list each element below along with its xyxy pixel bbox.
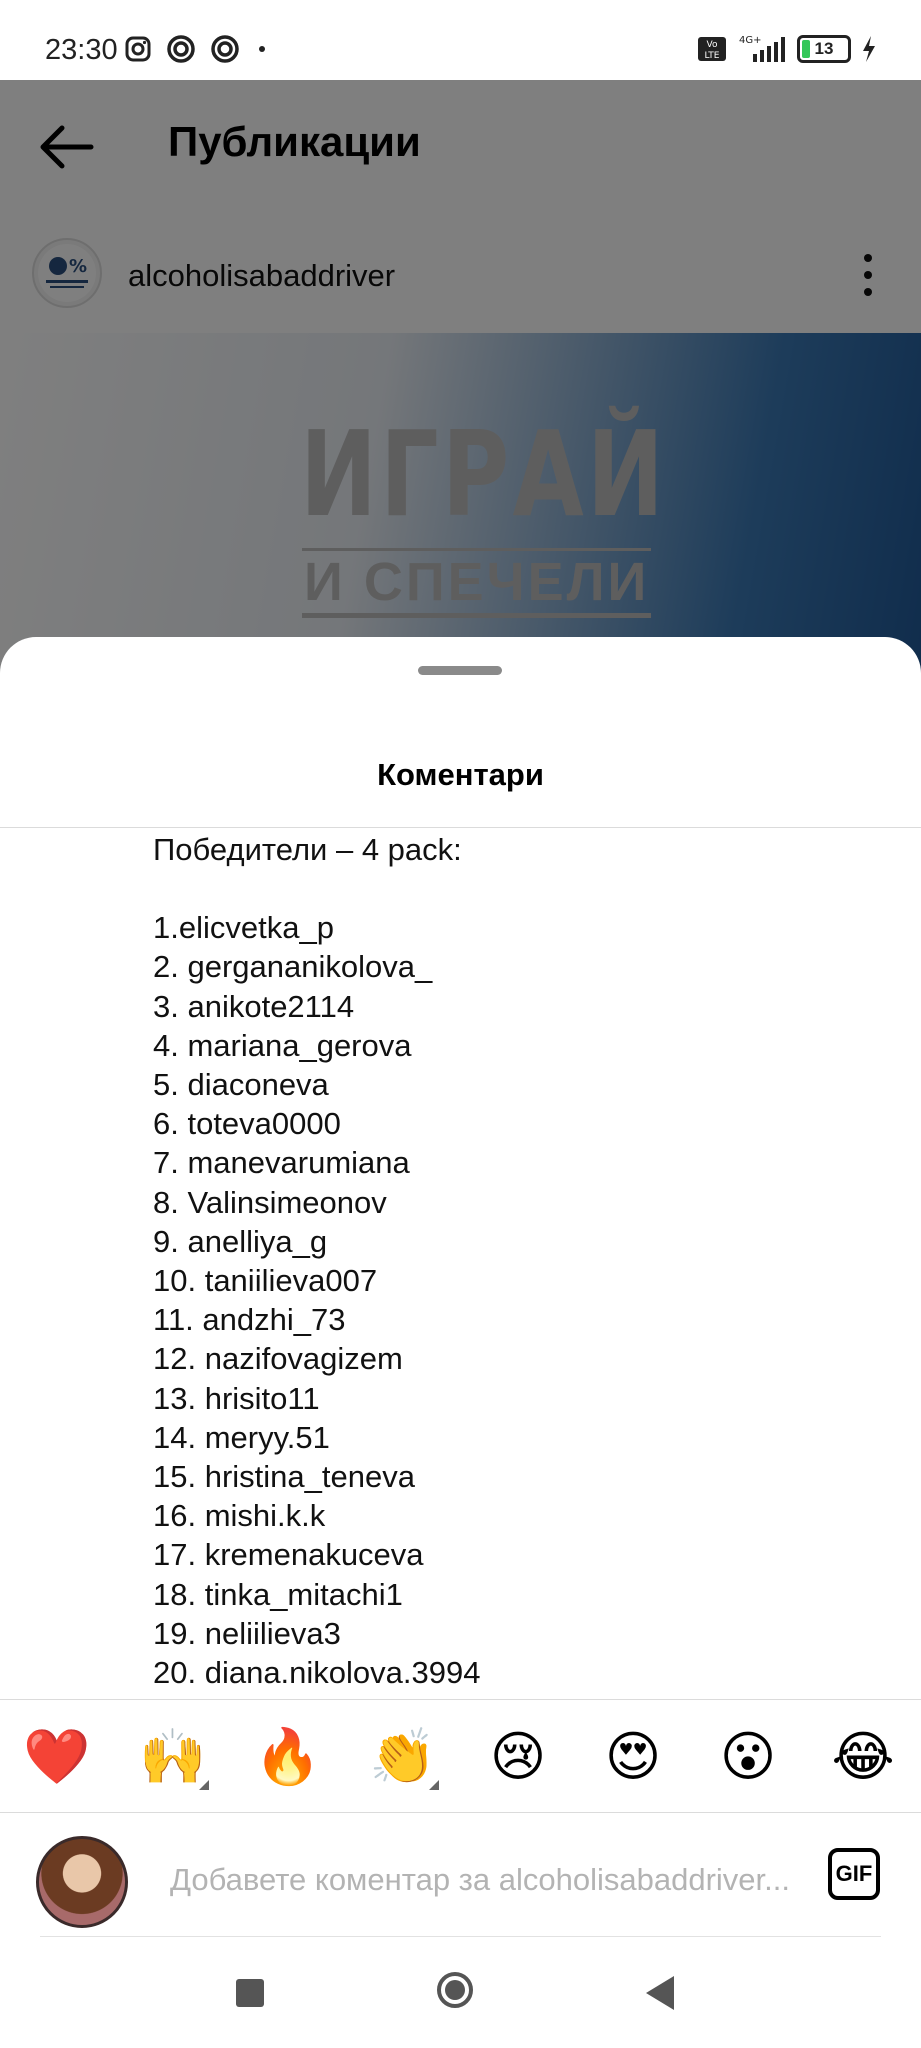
signal-icon: 4G+ xyxy=(739,35,785,62)
quick-reactions-bar: ❤️ 🙌 🔥 👏 😢 😍 😮 😂 xyxy=(0,1700,921,1812)
reaction-crying[interactable]: 😢 xyxy=(478,1722,558,1792)
instagram-icon xyxy=(125,36,151,62)
winner-line: 10. taniilieva007 xyxy=(153,1263,378,1299)
winner-line: 3. anikote2114 xyxy=(153,988,355,1024)
winner-line: 20. diana.nikolova.3994 xyxy=(153,1655,481,1691)
winner-line: 19. neliilieva3 xyxy=(153,1615,341,1651)
reaction-raised-hands[interactable]: 🙌 xyxy=(133,1722,213,1792)
comment-text: Победители – 4 pack: 1.elicvetka_p 2. ge… xyxy=(153,826,873,1698)
reaction-surprised[interactable]: 😮 xyxy=(708,1722,788,1792)
reaction-heart[interactable]: ❤️ xyxy=(17,1722,97,1792)
home-icon[interactable] xyxy=(437,1972,473,2008)
winner-line: 5. diaconeva xyxy=(153,1067,329,1103)
winner-line: 4. mariana_gerova xyxy=(153,1027,412,1063)
svg-text:Vo: Vo xyxy=(707,40,718,50)
divider xyxy=(40,1936,881,1937)
winner-line: 2. gergananikolova_ xyxy=(153,949,433,985)
winner-line: 1.elicvetka_p xyxy=(153,910,334,946)
winner-line: 17. kremenakuceva xyxy=(153,1537,424,1573)
recent-apps-icon[interactable] xyxy=(236,1979,264,2007)
winner-line: 6. toteva0000 xyxy=(153,1106,341,1142)
battery-icon: 13 xyxy=(797,35,851,63)
winner-line: 14. meryy.51 xyxy=(153,1419,330,1455)
winner-line: 15. hristina_teneva xyxy=(153,1459,415,1495)
sheet-drag-handle[interactable] xyxy=(418,666,502,675)
winner-line: 18. tinka_mitachi1 xyxy=(153,1576,403,1612)
winner-line: 7. manevarumiana xyxy=(153,1145,410,1181)
status-bar: 23:30 Vo LTE 4G+ 13 xyxy=(0,0,921,80)
status-time: 23:30 xyxy=(45,34,118,66)
variant-indicator-icon xyxy=(429,1780,439,1790)
winner-line: 16. mishi.k.k xyxy=(153,1498,326,1534)
winner-line: 13. hrisito11 xyxy=(153,1380,320,1416)
svg-text:LTE: LTE xyxy=(705,51,720,61)
charging-icon xyxy=(863,36,875,62)
reaction-clap[interactable]: 👏 xyxy=(363,1722,443,1792)
reaction-clap-emoji: 👏 xyxy=(369,1727,437,1787)
comment-input[interactable] xyxy=(168,1854,794,1906)
winner-line: 12. nazifovagizem xyxy=(153,1341,403,1377)
volte-icon: VoLTE xyxy=(698,37,726,61)
dot-icon xyxy=(259,46,265,52)
reaction-laughing[interactable]: 😂 xyxy=(823,1722,903,1792)
system-icons: Vo LTE 4G+ 13 xyxy=(697,34,877,64)
divider xyxy=(0,1812,921,1813)
comments-title: Коментари xyxy=(377,757,544,792)
winner-line: 9. anelliya_g xyxy=(153,1223,328,1259)
current-user-avatar xyxy=(36,1836,128,1928)
reaction-heart-eyes[interactable]: 😍 xyxy=(593,1722,673,1792)
reaction-raised-hands-emoji: 🙌 xyxy=(139,1727,207,1787)
svg-text:4G+: 4G+ xyxy=(739,35,762,46)
app-notification-icon xyxy=(211,35,239,63)
winner-line: 8. Valinsimeonov xyxy=(153,1184,387,1220)
back-icon[interactable] xyxy=(646,1976,674,2010)
battery-level: 13 xyxy=(814,39,834,58)
notification-icons xyxy=(124,34,270,64)
app-notification-icon xyxy=(167,35,195,63)
gif-button[interactable]: GIF xyxy=(828,1848,880,1900)
reaction-fire[interactable]: 🔥 xyxy=(248,1722,328,1792)
comment-heading: Победители – 4 pack: xyxy=(153,832,462,867)
winner-line: 11. andzhi_73 xyxy=(153,1302,346,1338)
variant-indicator-icon xyxy=(199,1780,209,1790)
